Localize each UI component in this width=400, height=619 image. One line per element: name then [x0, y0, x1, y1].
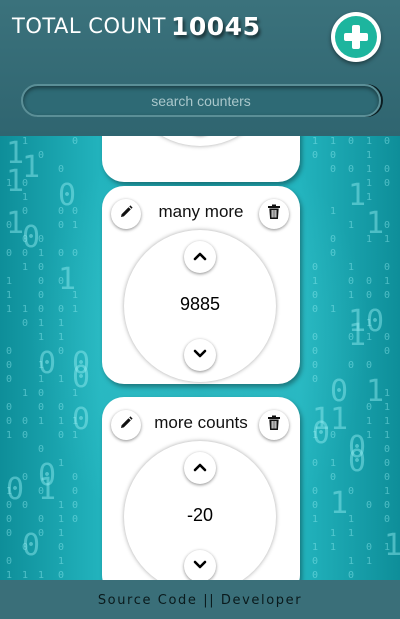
source-code-link[interactable]: Source Code: [98, 593, 198, 608]
counter-card: many more 9885: [102, 186, 300, 384]
increment-button[interactable]: [184, 241, 216, 273]
counter-dial: 9885: [124, 230, 276, 382]
footer-separator: ||: [203, 593, 221, 608]
app-footer: Source Code || Developer: [0, 580, 400, 619]
plus-icon: [335, 16, 377, 58]
trash-icon: [267, 415, 281, 436]
decrement-button[interactable]: [184, 339, 216, 371]
increment-button[interactable]: [184, 452, 216, 484]
counter-value: -20: [186, 505, 213, 525]
app-header: TOTAL COUNT 10045: [0, 0, 400, 136]
counter-dial: -20: [124, 441, 276, 580]
counter-value: 9885: [179, 294, 221, 314]
decrement-button[interactable]: [184, 550, 216, 580]
chevron-up-icon: [193, 248, 207, 266]
total-count-value: 10045: [171, 12, 261, 41]
separator-text: ||: [203, 593, 216, 608]
total-count-label: TOTAL COUNT: [12, 14, 166, 38]
counter-card: [102, 136, 300, 182]
trash-icon: [267, 204, 281, 225]
matrix-background: 1111001110000010100001110100001101000000…: [0, 136, 400, 580]
add-counter-button[interactable]: [331, 12, 381, 62]
delete-button[interactable]: [259, 199, 289, 229]
counter-card: more counts -20: [102, 397, 300, 580]
search-input[interactable]: [21, 84, 381, 117]
chevron-down-icon: [193, 557, 207, 575]
counter-dial: [124, 136, 276, 146]
chevron-up-icon: [193, 459, 207, 477]
chevron-down-icon: [193, 346, 207, 364]
delete-button[interactable]: [259, 410, 289, 440]
developer-link[interactable]: Developer: [221, 593, 302, 608]
